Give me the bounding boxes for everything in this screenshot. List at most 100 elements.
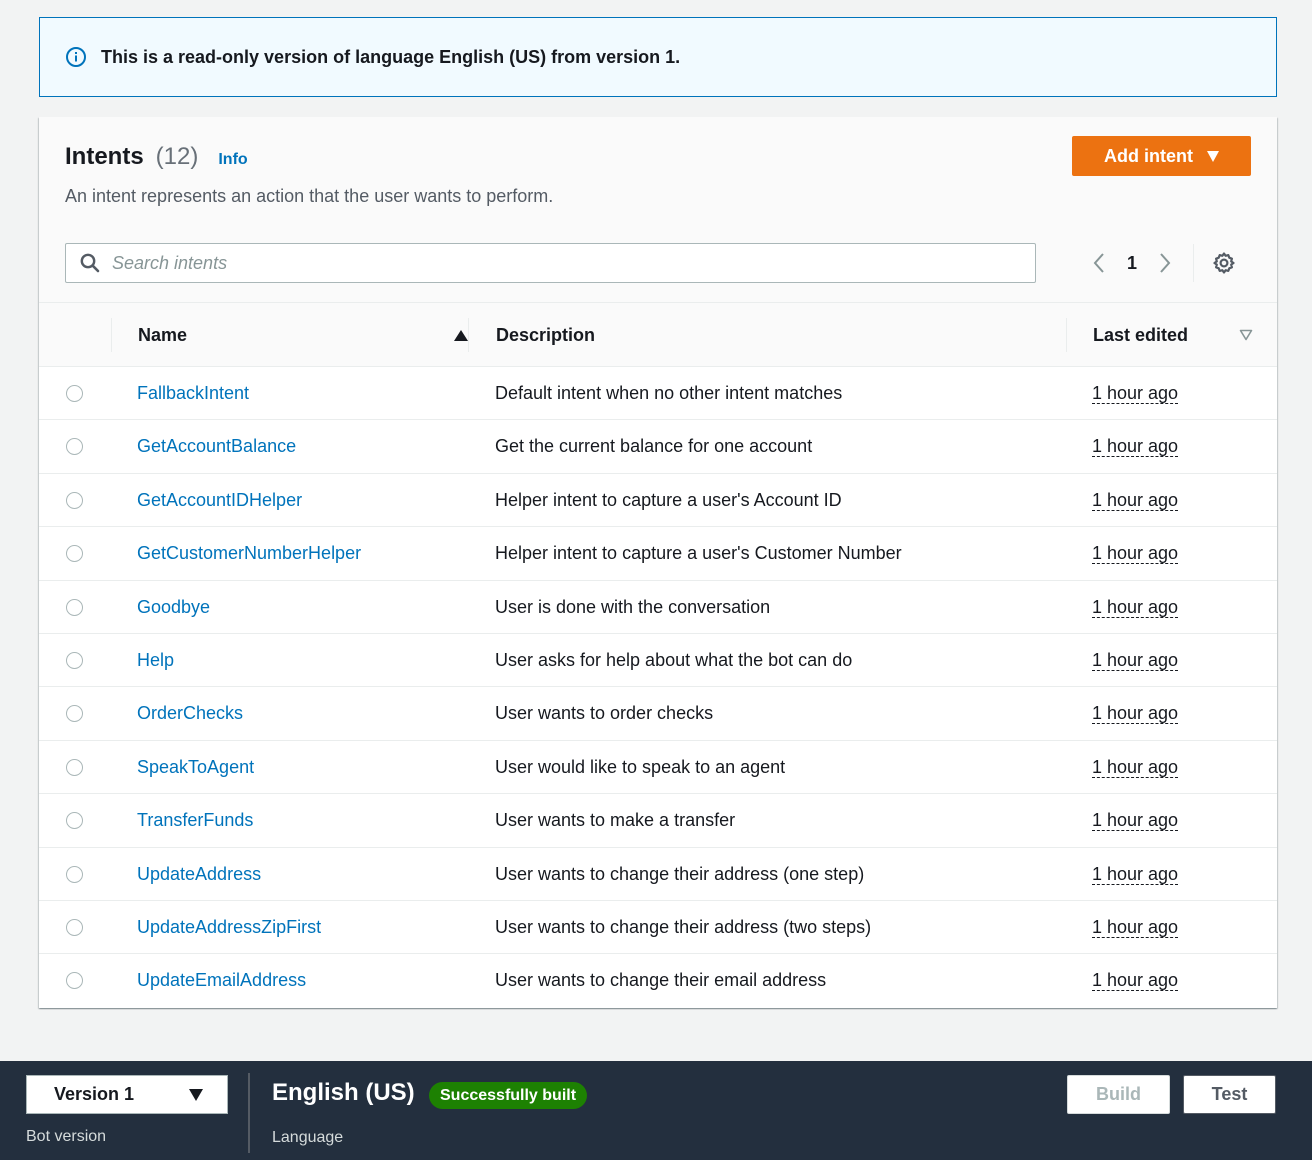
table-row: GetAccountBalance Get the current balanc… bbox=[39, 420, 1277, 474]
intent-description: User would like to speak to an agent bbox=[495, 756, 786, 777]
read-only-flash-banner: This is a read-only version of language … bbox=[39, 17, 1277, 97]
version-select-value: Version 1 bbox=[54, 1084, 135, 1104]
intent-description: Default intent when no other intent matc… bbox=[495, 383, 843, 403]
previous-page-icon[interactable] bbox=[1087, 247, 1111, 279]
gear-icon[interactable] bbox=[1212, 251, 1236, 275]
column-separator bbox=[468, 318, 469, 352]
table-header: Name Description Last edited bbox=[39, 303, 1277, 367]
intent-description: Get the current balance for one account bbox=[495, 436, 813, 457]
intent-description: User asks for help about what the bot ca… bbox=[495, 649, 853, 670]
table-row: UpdateAddress User wants to change their… bbox=[39, 848, 1277, 901]
intent-name-link[interactable]: UpdateAddress bbox=[137, 864, 261, 885]
add-intent-button[interactable]: Add intent bbox=[1072, 136, 1251, 176]
column-header-last-edited[interactable]: Last edited bbox=[1093, 303, 1253, 367]
add-intent-label: Add intent bbox=[1104, 145, 1193, 166]
info-circle-icon bbox=[65, 46, 87, 68]
table-row: SpeakToAgent User would like to speak to… bbox=[39, 741, 1277, 795]
table-row: UpdateEmailAddress User wants to change … bbox=[39, 954, 1277, 1007]
row-select-radio[interactable] bbox=[66, 438, 83, 456]
intent-name-link[interactable]: FallbackIntent bbox=[137, 383, 249, 404]
last-edited-time: 1 hour ago bbox=[1092, 756, 1179, 778]
row-select-radio[interactable] bbox=[66, 705, 83, 723]
row-select-radio[interactable] bbox=[66, 651, 83, 669]
language-label: Language bbox=[272, 1129, 344, 1146]
column-header-last-edited-label: Last edited bbox=[1093, 324, 1189, 345]
pager-divider bbox=[1193, 244, 1195, 282]
last-edited-time: 1 hour ago bbox=[1092, 489, 1179, 511]
last-edited-time: 1 hour ago bbox=[1092, 436, 1179, 458]
flash-message: This is a read-only version of language … bbox=[101, 46, 681, 67]
column-separator bbox=[1066, 318, 1067, 352]
row-select-radio[interactable] bbox=[66, 598, 83, 616]
footer-divider bbox=[248, 1073, 250, 1153]
bot-version-label: Bot version bbox=[26, 1128, 107, 1145]
table-row: GetCustomerNumberHelper Helper intent to… bbox=[39, 527, 1277, 581]
next-page-icon[interactable] bbox=[1153, 247, 1177, 279]
column-header-name-label: Name bbox=[138, 324, 188, 345]
intent-name-link[interactable]: OrderChecks bbox=[137, 703, 243, 724]
status-badge: Successfully built bbox=[429, 1082, 588, 1109]
search-box bbox=[65, 243, 1036, 283]
table-row: UpdateAddressZipFirst User wants to chan… bbox=[39, 901, 1277, 955]
test-button[interactable]: Test bbox=[1183, 1075, 1276, 1114]
intent-name-link[interactable]: Goodbye bbox=[137, 597, 210, 618]
intents-description: An intent represents an action that the … bbox=[65, 186, 554, 206]
intent-description: User wants to change their email address bbox=[495, 970, 827, 991]
intent-description: User wants to make a transfer bbox=[495, 810, 736, 831]
intent-name-link[interactable]: UpdateAddressZipFirst bbox=[137, 917, 321, 938]
current-page-number[interactable]: 1 bbox=[1127, 253, 1137, 274]
last-edited-time: 1 hour ago bbox=[1092, 383, 1179, 404]
search-icon bbox=[80, 253, 100, 273]
intent-name-link[interactable]: GetAccountIDHelper bbox=[137, 490, 302, 511]
last-edited-time: 1 hour ago bbox=[1092, 596, 1179, 618]
intent-description: User is done with the conversation bbox=[495, 596, 771, 617]
version-select[interactable]: Version 1 bbox=[26, 1075, 228, 1114]
intent-name-link[interactable]: Help bbox=[137, 650, 174, 671]
table-row: Help User asks for help about what the b… bbox=[39, 634, 1277, 688]
table-row: OrderChecks User wants to order checks 1… bbox=[39, 687, 1277, 741]
intent-description: Helper intent to capture a user's Custom… bbox=[495, 543, 902, 564]
last-edited-time: 1 hour ago bbox=[1092, 863, 1179, 885]
row-select-radio[interactable] bbox=[66, 812, 83, 830]
bottom-bar: Version 1 Bot version English (US) Succe… bbox=[0, 1061, 1312, 1160]
intent-name-link[interactable]: SpeakToAgent bbox=[137, 757, 254, 778]
last-edited-time: 1 hour ago bbox=[1092, 916, 1179, 938]
sort-caret-down-icon bbox=[1239, 329, 1253, 341]
build-button[interactable]: Build bbox=[1067, 1075, 1170, 1114]
intent-name-link[interactable]: UpdateEmailAddress bbox=[137, 970, 306, 991]
intents-panel: Intents (12) Info An intent represents a… bbox=[39, 117, 1277, 1008]
pagination: 1 bbox=[1087, 244, 1236, 282]
intent-description: User wants to change their address (one … bbox=[495, 863, 865, 884]
row-select-radio[interactable] bbox=[66, 758, 83, 776]
info-link[interactable]: Info bbox=[218, 151, 247, 169]
intent-description: Helper intent to capture a user's Accoun… bbox=[495, 489, 842, 510]
caret-down-icon bbox=[189, 1088, 203, 1101]
column-header-name[interactable]: Name bbox=[138, 303, 468, 367]
last-edited-time: 1 hour ago bbox=[1092, 703, 1179, 725]
row-select-radio[interactable] bbox=[66, 972, 83, 990]
last-edited-time: 1 hour ago bbox=[1092, 543, 1179, 565]
row-select-radio[interactable] bbox=[66, 491, 83, 509]
column-separator bbox=[111, 318, 112, 352]
column-header-description: Description bbox=[496, 303, 595, 367]
search-input[interactable] bbox=[112, 252, 1012, 274]
intent-description: User wants to order checks bbox=[495, 703, 714, 724]
intents-count: (12) bbox=[155, 143, 199, 170]
last-edited-time: 1 hour ago bbox=[1092, 810, 1179, 832]
row-select-radio[interactable] bbox=[66, 918, 83, 936]
last-edited-time: 1 hour ago bbox=[1092, 649, 1179, 671]
intents-table-body: FallbackIntent Default intent when no ot… bbox=[39, 367, 1277, 1008]
intent-description: User wants to change their address (two … bbox=[495, 916, 872, 937]
table-row: FallbackIntent Default intent when no ot… bbox=[39, 367, 1277, 421]
intent-name-link[interactable]: GetAccountBalance bbox=[137, 436, 296, 457]
row-select-radio[interactable] bbox=[66, 545, 83, 563]
intents-panel-header: Intents (12) Info An intent represents a… bbox=[39, 117, 1277, 303]
intent-name-link[interactable]: TransferFunds bbox=[137, 810, 253, 831]
last-edited-time: 1 hour ago bbox=[1092, 970, 1179, 992]
row-select-radio[interactable] bbox=[66, 385, 83, 402]
row-select-radio[interactable] bbox=[66, 865, 83, 883]
intents-title: Intents bbox=[65, 143, 144, 170]
table-row: TransferFunds User wants to make a trans… bbox=[39, 794, 1277, 848]
table-row: GetAccountIDHelper Helper intent to capt… bbox=[39, 474, 1277, 528]
intent-name-link[interactable]: GetCustomerNumberHelper bbox=[137, 543, 361, 564]
